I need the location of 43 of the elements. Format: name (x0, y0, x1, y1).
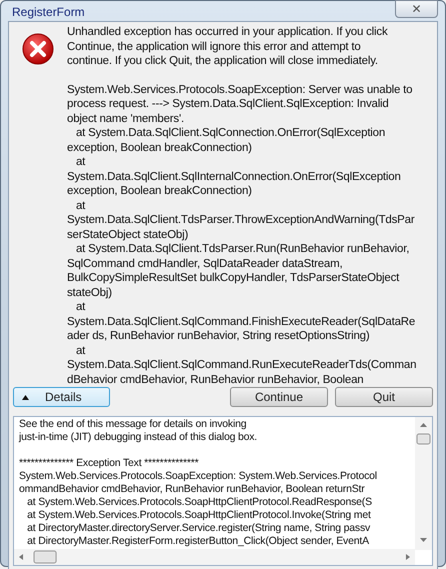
details-text-line: ommandBehavior cmdBehavior, RunBehavior runBehavior, Boolean returnStr (19, 483, 365, 496)
error-message-line: continue. If you click Quit, the application will close immediately. (67, 54, 379, 68)
details-text-box[interactable] (13, 416, 433, 566)
details-text-line: System.Web.Services.Protocols.SoapException: System.Web.Services.Protocol (19, 470, 377, 483)
details-text-line: ************** Exception Text ************** (19, 457, 199, 470)
stack-trace-line: System.Data.SqlClient.SqlCommand.FinishExecuteReader(SqlDataRe (67, 314, 416, 329)
details-text-line: at System.Web.Services.Protocols.SoapHttpClientProtocol.Invoke(String met (26, 509, 371, 522)
stack-trace-line: at (74, 344, 86, 358)
details-text-line: at DirectoryMaster.directoryServer.Service.register(String name, String passv (26, 522, 370, 535)
vertical-scrollbar[interactable] (415, 417, 432, 550)
stack-trace-line: at System.Data.SqlClient.SqlConnection.OnError(SqlException (74, 126, 386, 140)
stack-trace-line: at (74, 198, 86, 213)
stack-trace-line: at (74, 300, 86, 314)
stack-trace-line: process request. ---> System.Data.SqlClient.SqlException: Invalid (67, 97, 390, 112)
horizontal-scrollbar[interactable] (14, 549, 415, 565)
stack-trace-line: at System.Data.SqlClient.TdsParser.Run(RunBehavior runBehavior, (74, 242, 410, 256)
error-message-line: Continue, the application will ignore this error and attempt to (67, 40, 362, 54)
stack-trace-line: SqlCommand cmdHandler, SqlDataReader dataStream, (67, 256, 344, 271)
stack-trace-line: exception, Boolean breakConnection) (67, 140, 253, 155)
quit-button[interactable]: Quit (335, 387, 433, 407)
continue-button[interactable]: Continue (230, 387, 328, 407)
details-text-line: See the end of this message for details on invoking (19, 418, 246, 431)
error-icon (22, 33, 54, 65)
details-text-line: at System.Web.Services.Protocols.SoapHttpClientProtocol.ReadResponse(S (26, 496, 372, 509)
stack-trace-line: System.Data.SqlClient.TdsParser.ThrowExceptionAndWarning(TdsPar (67, 213, 416, 228)
window-title: RegisterForm (11, 4, 85, 21)
stack-trace-line: BulkCopySimpleResultSet bulkCopyHandler, TdsParserStateObject (67, 271, 400, 286)
stack-trace-line: System.Data.SqlClient.SqlCommand.RunExecuteReaderTds(Comman (67, 358, 416, 372)
stack-trace-line: serStateObject stateObj) (67, 228, 190, 242)
details-button[interactable]: Details (13, 387, 110, 407)
stack-trace-line: at (74, 155, 86, 170)
stack-trace-line: ader ds, RunBehavior runBehavior, String resetOptionsString) (67, 329, 370, 344)
details-text-line: just-in-time (JIT) debugging instead of this dialog box. (19, 431, 258, 444)
stack-trace-line: object name 'members'. (67, 112, 185, 126)
stack-trace-line: System.Data.SqlClient.SqlInternalConnection.OnError(SqlException (67, 170, 402, 184)
stack-trace-line: exception, Boolean breakConnection) (67, 184, 253, 198)
stack-trace-line: stateObj) (67, 286, 113, 300)
stack-trace-line: System.Web.Services.Protocols.SoapException: Server was unable to (67, 82, 414, 97)
details-text-line: at DirectoryMaster.RegisterForm.registerButton_Click(Object sender, EventA (26, 535, 369, 548)
caret-up-icon (22, 394, 29, 400)
stack-trace-line: dBehavior cmdBehavior, RunBehavior runBehavior, Boolean (67, 372, 364, 387)
error-message-line: Unhandled exception has occurred in your application. If you click (67, 25, 389, 40)
close-button[interactable]: ✕ (395, 0, 438, 18)
